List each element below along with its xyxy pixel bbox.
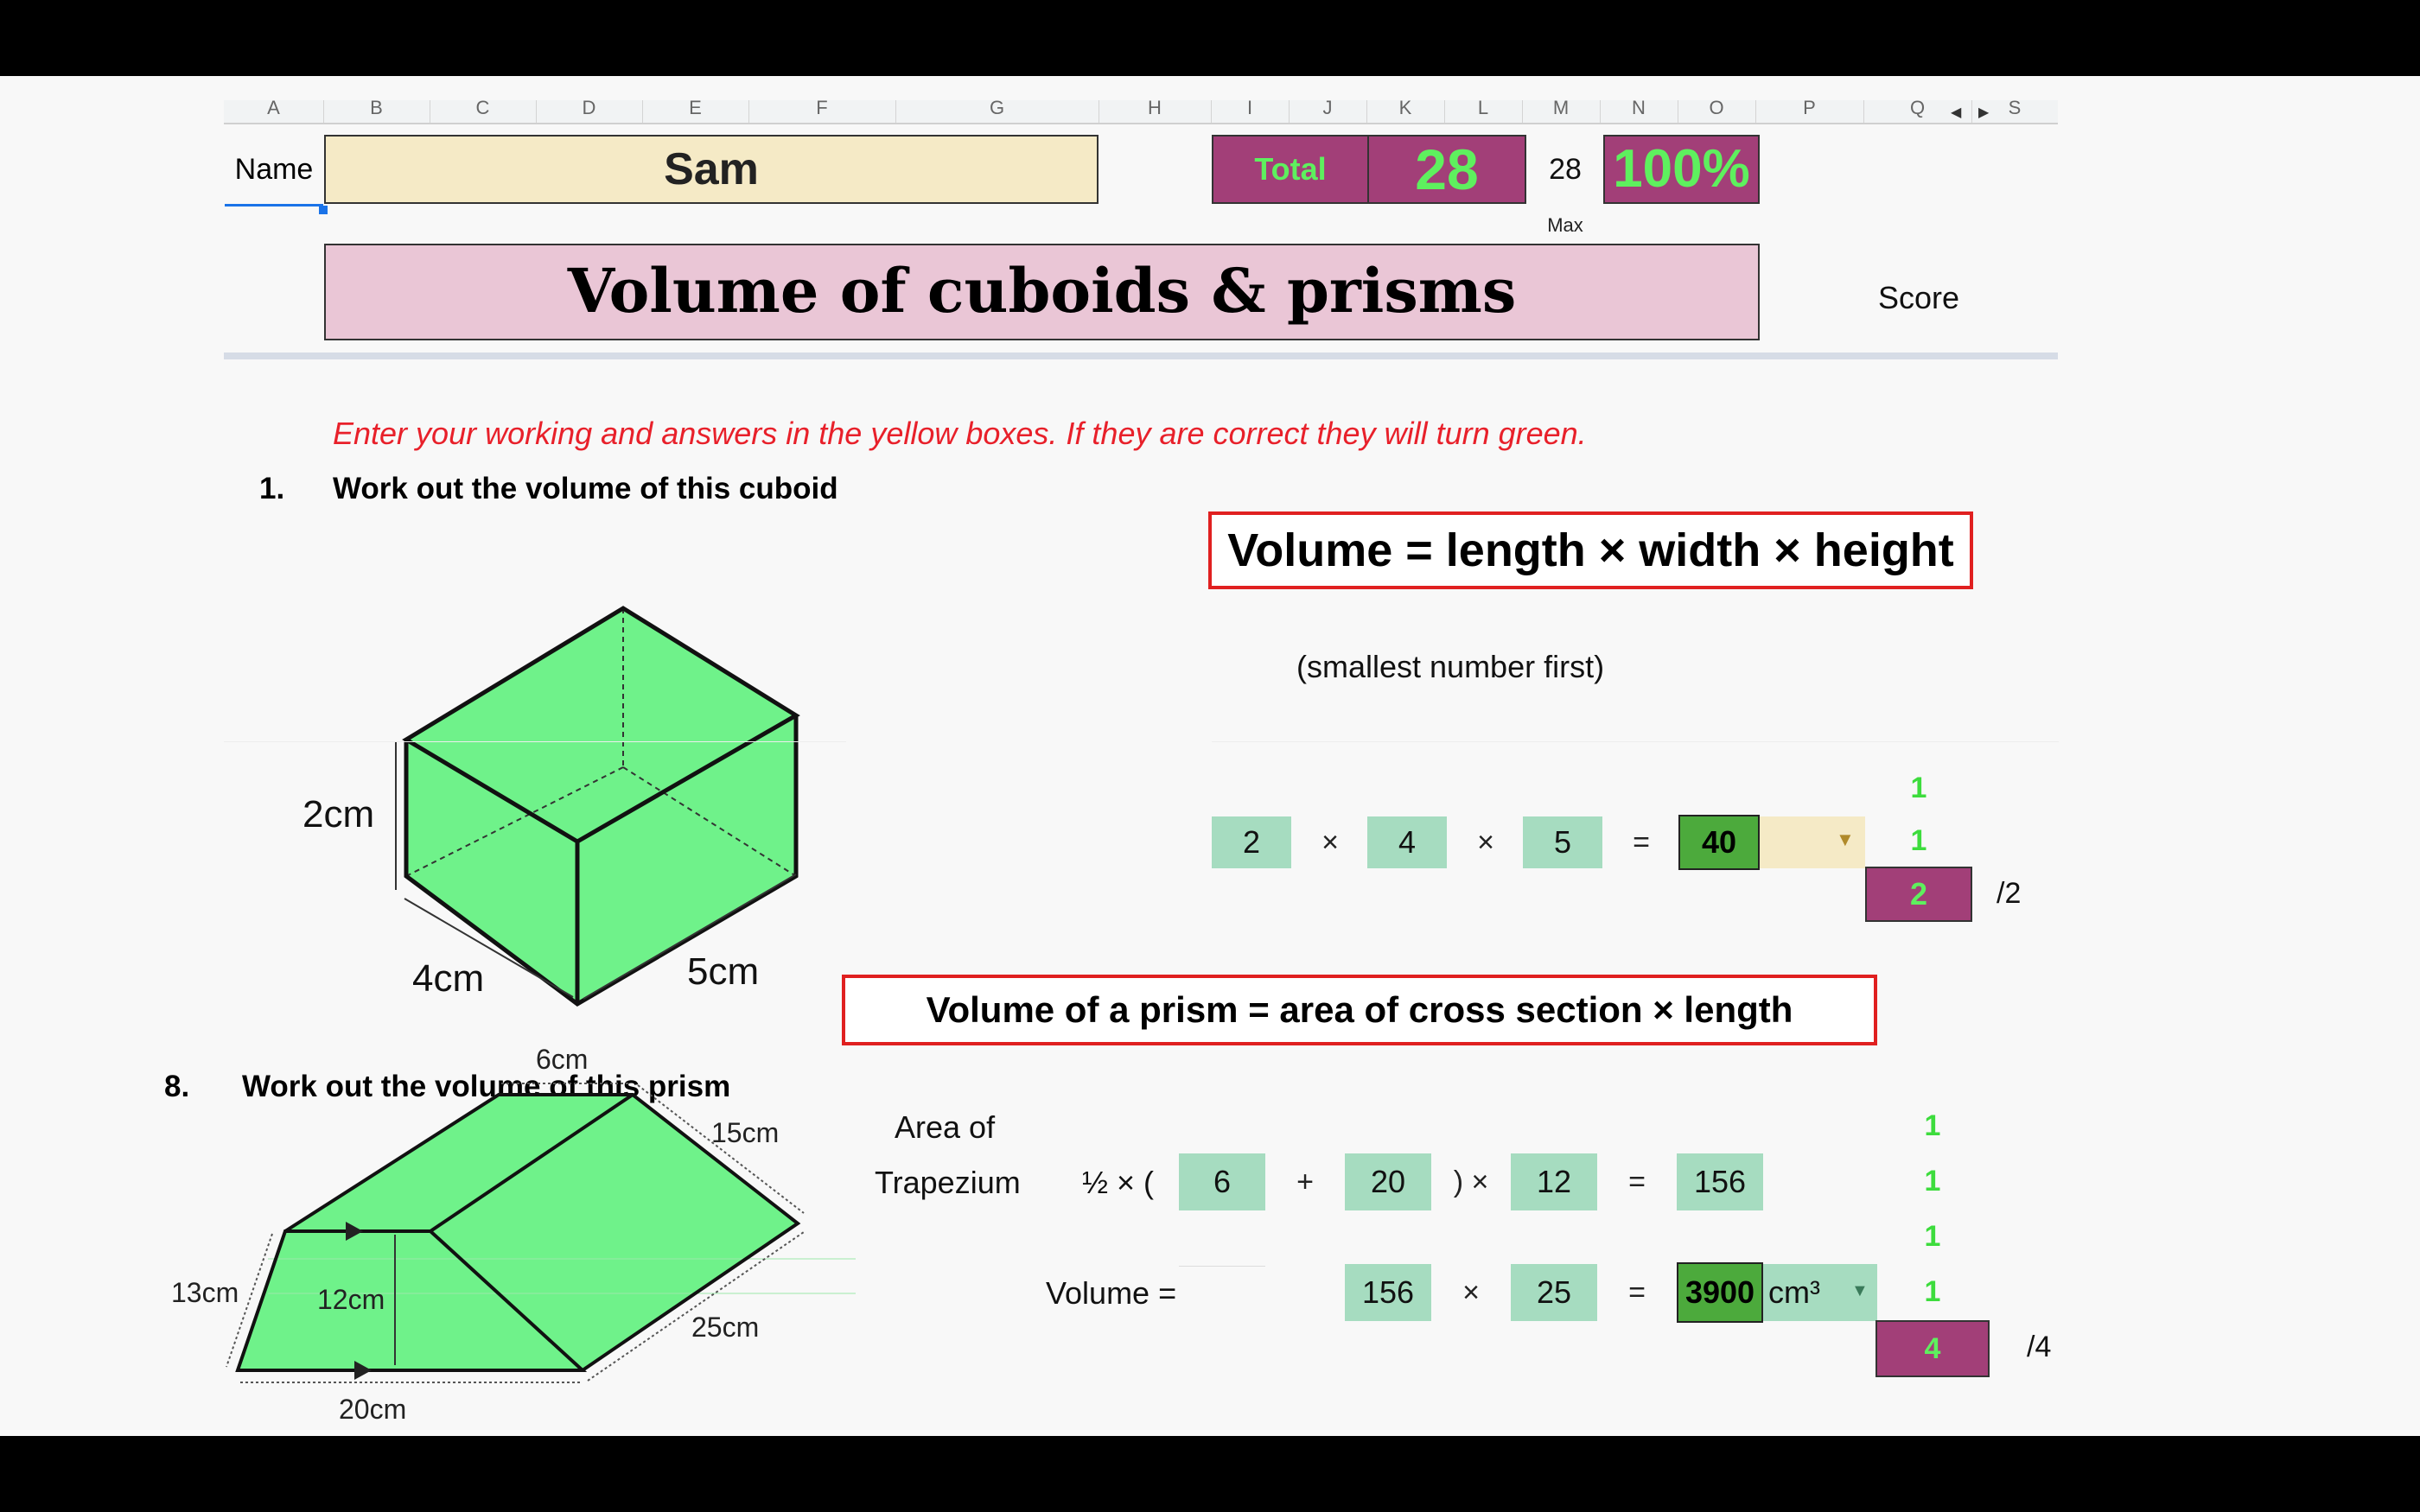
q8-formula: Volume of a prism = area of cross sectio…	[842, 975, 1877, 1045]
q1-out-of: /2	[1996, 877, 2022, 910]
q1-answer-input[interactable]: 40	[1678, 815, 1760, 870]
column-header-n[interactable]: N	[1600, 100, 1678, 123]
q8-out-of: /4	[2027, 1331, 2052, 1363]
scroll-right-icon[interactable]: ▶	[1978, 104, 1989, 121]
name-input[interactable]: Sam	[324, 135, 1099, 204]
column-header-d[interactable]: D	[536, 100, 643, 123]
q8-times: ×	[1462, 1276, 1480, 1309]
q1-height-input[interactable]: 5	[1523, 816, 1602, 868]
column-header-b[interactable]: B	[323, 100, 430, 123]
q8-top-input[interactable]: 6	[1179, 1153, 1265, 1210]
max-label: Max	[1547, 214, 1583, 236]
prism-top-label: 6cm	[536, 1044, 589, 1075]
cuboid-height-label: 2cm	[302, 793, 375, 835]
q8-plus: +	[1296, 1166, 1314, 1198]
dropdown-arrow-icon[interactable]: ▼	[1851, 1281, 1869, 1301]
scroll-left-icon[interactable]: ◀	[1951, 104, 1961, 121]
spreadsheet: A B C D E F G H I J K L M N O P Q S ◀ ▶ …	[0, 76, 2420, 1436]
q1-prompt: Work out the volume of this cuboid	[333, 472, 838, 505]
percent-score: 100%	[1603, 135, 1760, 204]
max-value: 28	[1549, 153, 1582, 186]
total-label: Total	[1212, 135, 1369, 204]
area-label-line1: Area of	[895, 1109, 996, 1145]
q8-height-input[interactable]: 12	[1511, 1153, 1597, 1210]
column-header-c[interactable]: C	[430, 100, 537, 123]
q8-unit-value: cm³	[1768, 1274, 1820, 1310]
column-header-i[interactable]: I	[1211, 100, 1290, 123]
prism-length-label: 25cm	[691, 1312, 760, 1343]
prism-diagram	[226, 1083, 856, 1383]
score-label: Score	[1877, 280, 1960, 315]
q1-times-1: ×	[1321, 826, 1339, 859]
q8-area-input[interactable]: 156	[1677, 1153, 1763, 1210]
prism-bottom-label: 20cm	[339, 1394, 407, 1425]
row-gridline	[224, 741, 846, 742]
column-header-o[interactable]: O	[1678, 100, 1756, 123]
q8-half-open: ½ × (	[1082, 1165, 1155, 1200]
column-header-l[interactable]: L	[1444, 100, 1523, 123]
column-header-k[interactable]: K	[1366, 100, 1445, 123]
q1-score: 2	[1865, 867, 1972, 922]
q8-mark-2: 1	[1924, 1165, 1941, 1198]
column-header-j[interactable]: J	[1289, 100, 1367, 123]
q1-width-input[interactable]: 4	[1367, 816, 1447, 868]
q8-mark-4: 1	[1924, 1275, 1941, 1308]
column-header-p[interactable]: P	[1755, 100, 1864, 123]
column-header-h[interactable]: H	[1099, 100, 1212, 123]
q8-mark-1: 1	[1924, 1109, 1941, 1142]
q8-volume-area-input[interactable]: 156	[1345, 1264, 1431, 1321]
column-header-m[interactable]: M	[1522, 100, 1601, 123]
q8-bottom-input[interactable]: 20	[1345, 1153, 1431, 1210]
column-header-g[interactable]: G	[895, 100, 1099, 123]
total-score: 28	[1367, 135, 1526, 204]
prism-depth-label: 15cm	[711, 1117, 780, 1148]
screen: { "columns": ["A","B","C","D","E","F","G…	[0, 0, 2420, 1512]
q1-unit-dropdown[interactable]: ▼	[1760, 816, 1865, 868]
q8-close-times: ) ×	[1453, 1166, 1489, 1198]
header-divider	[224, 353, 2058, 359]
row-gridline	[1212, 741, 2059, 742]
q8-volume-input[interactable]: 3900	[1677, 1262, 1763, 1323]
q8-unit-dropdown[interactable]: cm³ ▼	[1763, 1264, 1877, 1321]
column-header-e[interactable]: E	[642, 100, 749, 123]
cuboid-length-label: 5cm	[687, 950, 760, 993]
page-title: Volume of cuboids & prisms	[324, 244, 1760, 340]
q1-formula: Volume = length × width × height	[1208, 511, 1973, 589]
q1-length-input[interactable]: 2	[1212, 816, 1291, 868]
volume-label: Volume =	[1046, 1275, 1177, 1311]
q1-mark-1: 1	[1910, 772, 1927, 804]
cuboid-fill	[406, 608, 796, 1004]
column-header-bar: A B C D E F G H I J K L M N O P Q S ◀ ▶	[224, 100, 2058, 124]
q1-mark-2: 1	[1910, 824, 1927, 857]
q8-mark-3: 1	[1924, 1220, 1941, 1253]
column-header-f[interactable]: F	[748, 100, 896, 123]
prism-height-label: 12cm	[317, 1284, 385, 1315]
row-gridline	[1179, 1266, 1265, 1267]
selection-handle-icon[interactable]	[319, 206, 328, 214]
q1-hint: (smallest number first)	[1296, 649, 1605, 684]
instructions: Enter your working and answers in the ye…	[333, 416, 1587, 451]
cuboid-diagram	[395, 606, 800, 1007]
q8-equals-2: =	[1628, 1276, 1646, 1309]
q1-number: 1.	[259, 472, 285, 505]
prism-slant-label: 13cm	[171, 1277, 239, 1308]
cuboid-width-label: 4cm	[412, 957, 485, 1000]
q1-times-2: ×	[1477, 826, 1494, 859]
q1-equals: =	[1633, 826, 1650, 859]
q8-score: 4	[1876, 1320, 1990, 1377]
q8-equals-1: =	[1628, 1166, 1646, 1198]
q8-length-input[interactable]: 25	[1511, 1264, 1597, 1321]
name-label[interactable]: Name	[225, 135, 323, 206]
area-label-line2: Trapezium	[875, 1165, 1021, 1200]
column-header-a[interactable]: A	[224, 100, 324, 123]
dropdown-arrow-icon[interactable]: ▼	[1836, 829, 1855, 851]
